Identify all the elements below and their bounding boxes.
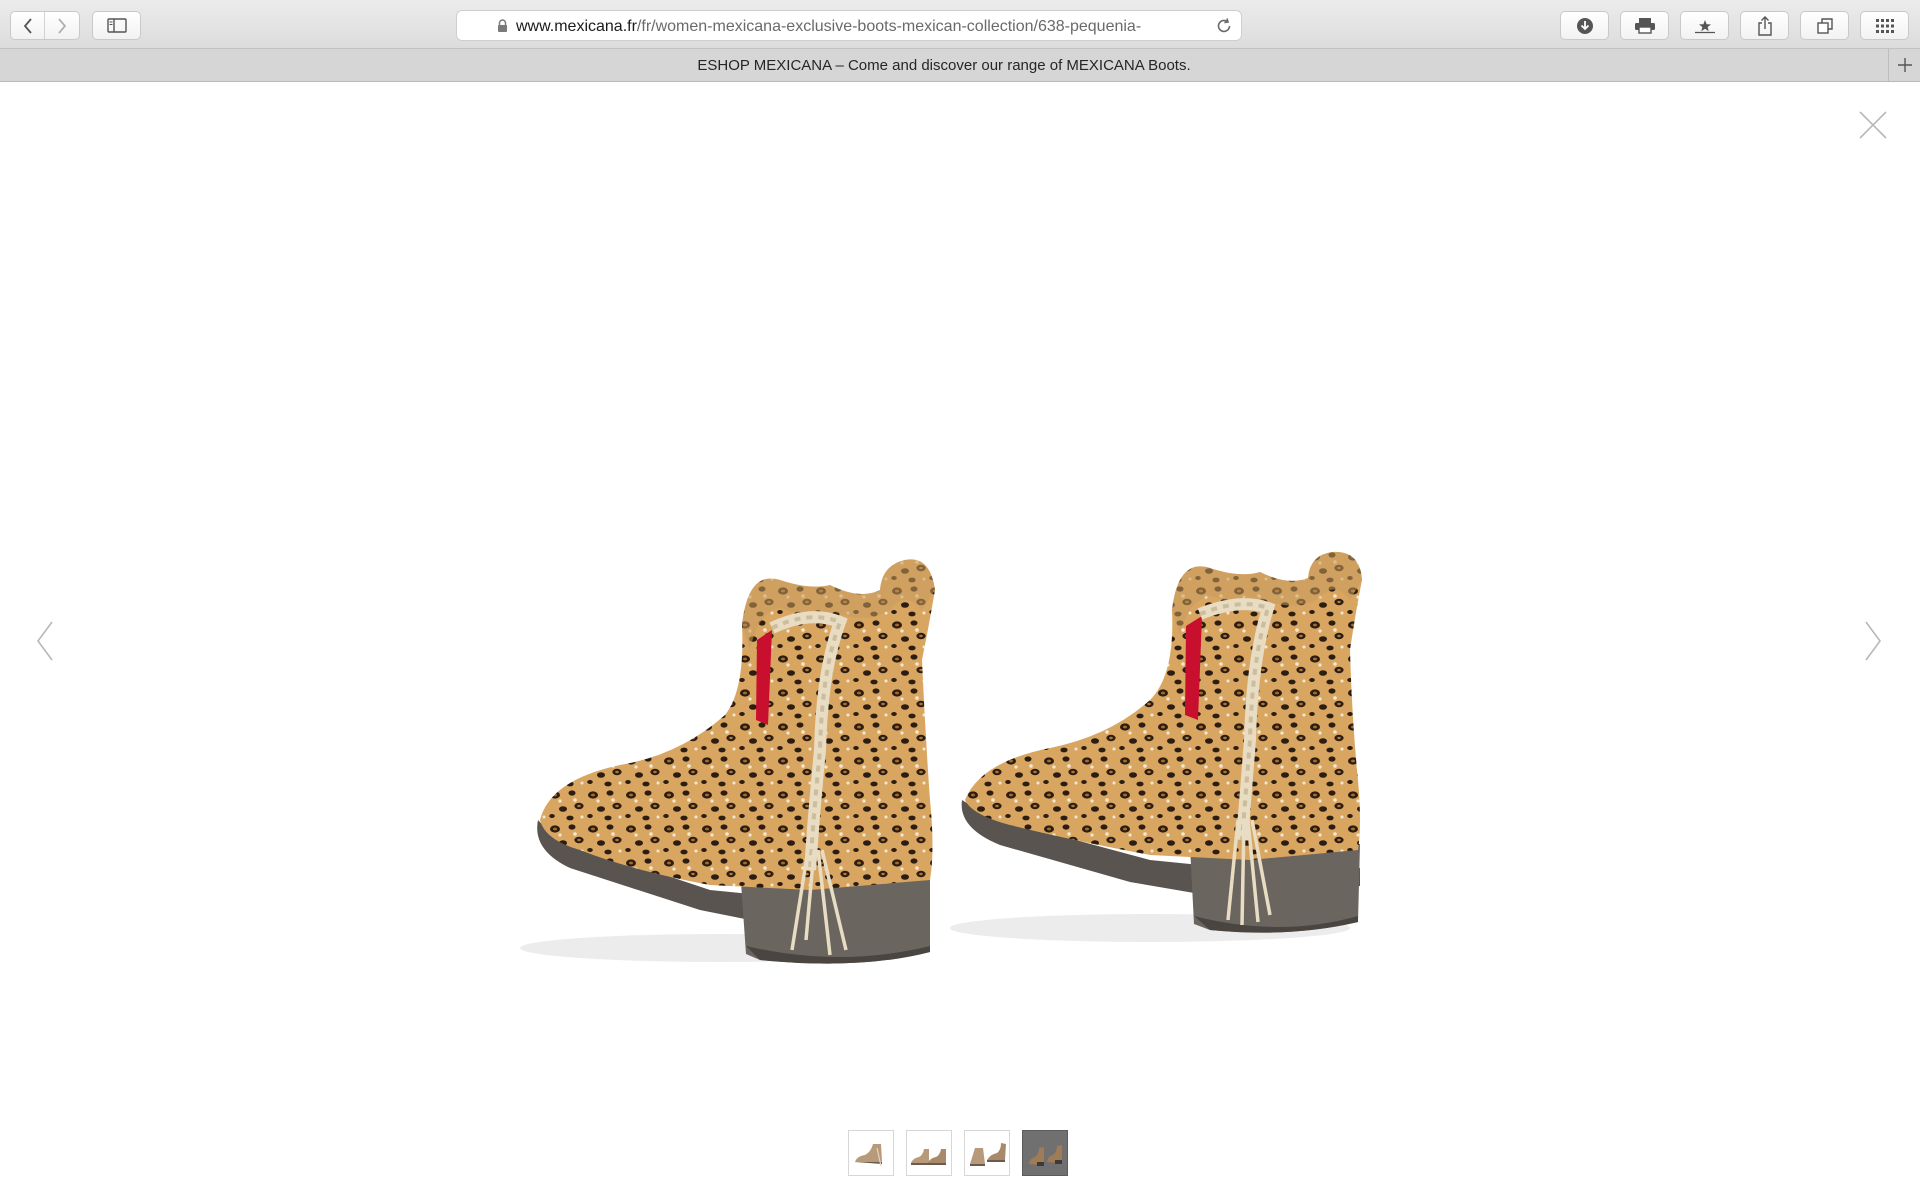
back-arrow-icon <box>23 17 32 34</box>
bookmark-star-icon <box>1694 19 1715 33</box>
navigation-buttons <box>10 11 80 40</box>
url-host: www.mexicana.fr <box>516 18 637 35</box>
tab-bar: ESHOP MEXICANA – Come and discover our r… <box>0 49 1920 82</box>
tabs-overview-button[interactable] <box>1800 11 1849 40</box>
active-tab-title[interactable]: ESHOP MEXICANA – Come and discover our r… <box>0 49 1888 81</box>
downloads-button[interactable] <box>1560 11 1609 40</box>
share-icon <box>1757 15 1772 36</box>
url-path: /fr/women-mexicana-exclusive-boots-mexic… <box>636 18 1142 35</box>
chevron-left-icon[interactable] <box>34 620 56 662</box>
product-image <box>520 551 1362 964</box>
right-boot <box>961 551 1362 933</box>
reload-icon[interactable] <box>1215 17 1233 35</box>
plus-icon <box>1897 58 1912 72</box>
thumbnail-boot-image <box>1029 1145 1062 1166</box>
left-boot <box>537 559 935 964</box>
browser-toolbar: www.mexicana.fr/fr/women-mexicana-exclus… <box>0 0 1920 49</box>
close-icon[interactable] <box>1858 110 1888 140</box>
lock-icon <box>498 19 507 32</box>
grid-icon <box>1875 18 1894 33</box>
share-button[interactable] <box>1740 11 1789 40</box>
print-button[interactable] <box>1620 11 1669 40</box>
forward-button[interactable] <box>45 12 79 39</box>
thumbnail-2[interactable] <box>906 1130 952 1176</box>
thumbnail-boot-image <box>855 1144 882 1167</box>
address-bar[interactable]: www.mexicana.fr/fr/women-mexicana-exclus… <box>456 10 1242 41</box>
sidebar-button[interactable] <box>92 11 141 40</box>
forward-arrow-icon <box>58 17 67 34</box>
back-button[interactable] <box>11 12 46 39</box>
bookmark-button[interactable] <box>1680 11 1729 40</box>
url-text: www.mexicana.fr/fr/women-mexicana-exclus… <box>516 18 1196 36</box>
chevron-right-icon[interactable] <box>1862 620 1884 662</box>
thumbnail-4-active[interactable] <box>1022 1130 1068 1176</box>
thumbnail-3[interactable] <box>964 1130 1010 1176</box>
apps-grid-button[interactable] <box>1860 11 1909 40</box>
thumbnail-strip <box>848 1130 1068 1176</box>
sidebar-icon <box>106 18 127 33</box>
print-icon <box>1634 18 1655 34</box>
new-tab-button[interactable] <box>1888 49 1920 81</box>
thumbnail-boot-image <box>911 1149 946 1165</box>
thumbnail-1[interactable] <box>848 1130 894 1176</box>
download-icon <box>1576 17 1593 34</box>
tabs-overview-icon <box>1816 17 1833 34</box>
thumbnail-boot-image <box>970 1143 1006 1166</box>
